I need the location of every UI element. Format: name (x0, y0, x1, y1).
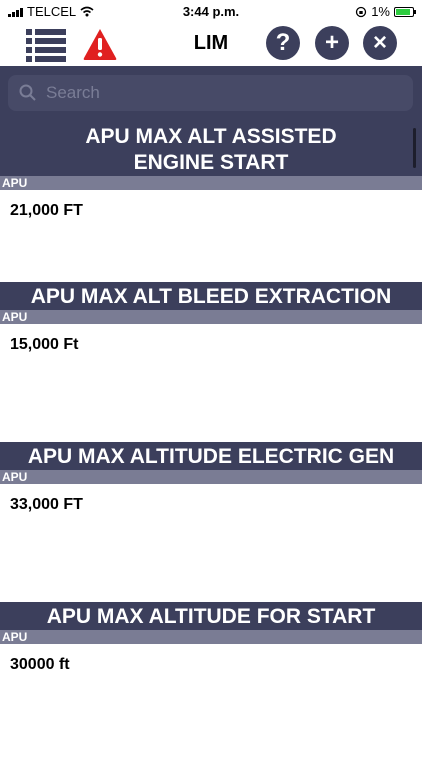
item-title-line: APU MAX ALT ASSISTED (85, 125, 337, 148)
item-title: APU MAX ALTITUDE FOR START (0, 602, 422, 630)
battery-percent: 1% (371, 4, 390, 19)
list-menu-icon[interactable] (26, 28, 66, 62)
status-bar: TELCEL 3:44 p.m. 1% (0, 0, 422, 22)
plus-icon: + (324, 29, 339, 56)
limits-list: APU MAX ALT ASSISTED ENGINE START APU 21… (0, 122, 422, 762)
item-category: APU (0, 310, 422, 324)
add-button[interactable]: + (315, 26, 349, 60)
item-title: APU MAX ALTITUDE ELECTRIC GEN (0, 442, 422, 470)
close-icon: × (372, 29, 387, 56)
list-item[interactable]: APU MAX ALT ASSISTED ENGINE START APU 21… (0, 122, 422, 282)
status-right: 1% (355, 4, 416, 19)
item-value: 30000 ft (10, 656, 70, 673)
close-button[interactable]: × (363, 26, 397, 60)
warning-icon[interactable] (82, 27, 118, 61)
item-value: 21,000 FT (10, 202, 83, 219)
search-field[interactable] (8, 75, 413, 111)
item-value: 15,000 Ft (10, 336, 79, 353)
item-title: APU MAX ALT ASSISTED ENGINE START (0, 122, 422, 176)
help-button[interactable]: ? (266, 26, 300, 60)
toolbar: LIM ? + × (0, 22, 422, 66)
item-value: 33,000 FT (10, 496, 83, 513)
list-item[interactable]: APU MAX ALTITUDE ELECTRIC GEN APU 33,000… (0, 442, 422, 602)
item-title-line: ENGINE START (133, 151, 289, 174)
list-item[interactable]: APU MAX ALTITUDE FOR START APU 30000 ft (0, 602, 422, 762)
item-category: APU (0, 470, 422, 484)
battery-icon (394, 6, 416, 17)
scroll-indicator[interactable] (413, 128, 416, 168)
help-icon: ? (275, 29, 291, 56)
item-title: APU MAX ALT BLEED EXTRACTION (0, 282, 422, 310)
search-icon (19, 84, 36, 101)
item-category: APU (0, 176, 422, 190)
list-item[interactable]: APU MAX ALT BLEED EXTRACTION APU 15,000 … (0, 282, 422, 442)
search-bar (0, 66, 422, 122)
orientation-lock-icon (356, 6, 367, 17)
item-category: APU (0, 630, 422, 644)
search-input[interactable] (44, 82, 408, 104)
